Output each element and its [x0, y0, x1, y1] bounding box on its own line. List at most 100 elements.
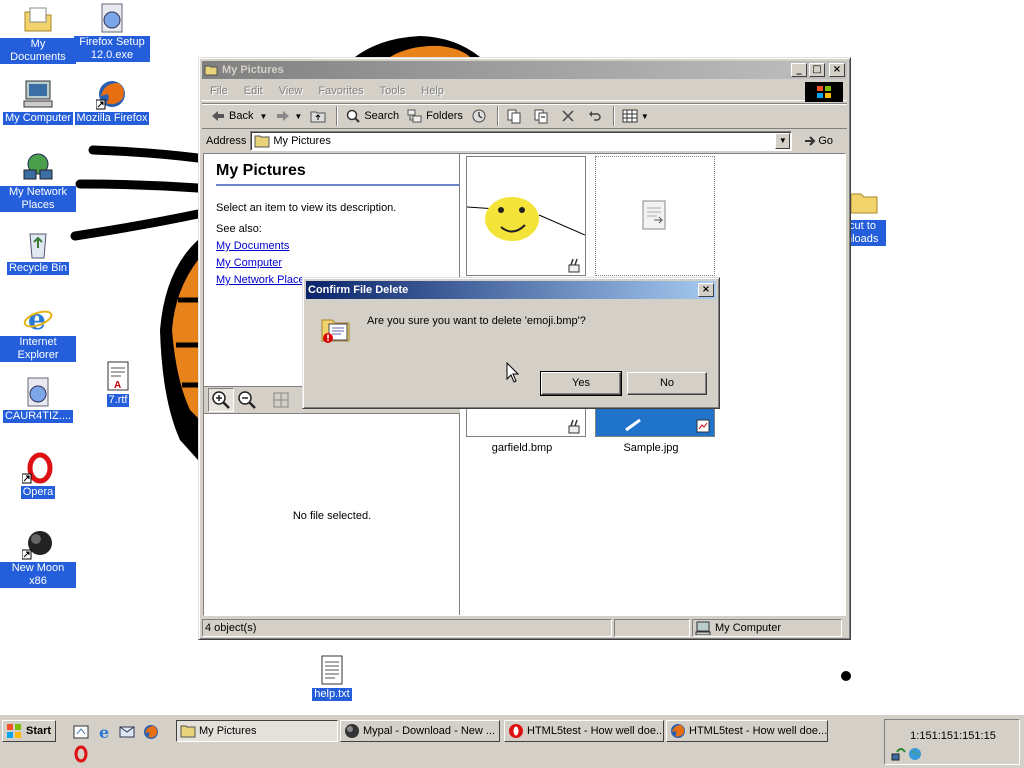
fit-to-window-button[interactable]: [268, 388, 294, 412]
maximize-button[interactable]: □: [809, 63, 825, 77]
window-titlebar[interactable]: My Pictures _ □ ×: [202, 61, 847, 79]
views-button[interactable]: ▼: [618, 105, 653, 127]
paint-brush-icon: [568, 258, 580, 273]
undo-button[interactable]: [583, 105, 610, 127]
taskbar-button-my-pictures[interactable]: My Pictures: [176, 720, 338, 742]
desktop-icon-opera[interactable]: Opera: [0, 452, 76, 499]
link-my-documents[interactable]: My Documents: [216, 240, 289, 252]
preview-message: No file selected.: [292, 510, 372, 522]
up-folder-button[interactable]: [306, 105, 333, 127]
generic-file-icon: [642, 200, 666, 230]
copy-to-button[interactable]: [529, 105, 556, 127]
start-button[interactable]: Start: [2, 720, 56, 742]
views-grid-icon: [622, 109, 638, 123]
menu-view[interactable]: View: [271, 85, 311, 97]
back-arrow-icon: [212, 111, 224, 121]
zoom-out-button[interactable]: [234, 388, 260, 412]
thumbnail-file[interactable]: [595, 156, 715, 276]
menu-file[interactable]: File: [202, 85, 236, 97]
network-tray-icon[interactable]: [891, 746, 907, 762]
confirm-delete-dialog[interactable]: Confirm File Delete × Are you sure you w…: [302, 277, 720, 409]
desktop-icon-my-computer[interactable]: My Computer: [0, 78, 76, 125]
pane-title: My Pictures: [216, 162, 460, 186]
opera-icon[interactable]: [72, 745, 90, 763]
desktop-icon-label: CAUR4TIZ....: [2, 410, 73, 423]
file-name-sample[interactable]: Sample.jpg: [591, 442, 711, 454]
address-label: Address: [206, 135, 247, 147]
status-zone: My Computer: [692, 619, 842, 637]
show-desktop-icon[interactable]: [72, 723, 90, 741]
search-button[interactable]: Search: [341, 105, 403, 127]
address-bar: Address My Pictures ▼ Go: [202, 130, 847, 152]
dialog-message: Are you sure you want to delete 'emoji.b…: [367, 315, 586, 327]
move-to-button[interactable]: [502, 105, 529, 127]
see-also-label: See also:: [216, 223, 262, 235]
chevron-down-icon: ▼: [259, 111, 268, 121]
folder-icon: [22, 4, 54, 36]
outlook-express-icon[interactable]: [118, 723, 136, 741]
taskbar: Start e My Pictures Mypal - Download - N…: [0, 714, 1024, 768]
desktop-icon-label: New Moon x86: [0, 562, 76, 588]
chevron-down-icon: ▼: [294, 111, 303, 121]
firefox-icon[interactable]: [142, 723, 160, 741]
delete-x-icon: [562, 110, 574, 122]
history-button[interactable]: [467, 105, 494, 127]
new-moon-icon: [21, 528, 54, 560]
yes-button[interactable]: Yes: [540, 371, 622, 396]
desktop-icon-7-rtf[interactable]: A 7.rtf: [80, 360, 156, 407]
desktop-icon-shortcut-downloads[interactable]: tcut to nloads: [844, 186, 904, 246]
menu-edit[interactable]: Edit: [236, 85, 271, 97]
delete-button[interactable]: [556, 105, 583, 127]
menu-help[interactable]: Help: [413, 85, 452, 97]
back-button[interactable]: Back ▼: [206, 105, 271, 127]
toolbar-separator: [336, 106, 339, 126]
desktop-icon-firefox-setup[interactable]: Firefox Setup 12.0.exe: [74, 2, 150, 62]
file-name-garfield[interactable]: garfield.bmp: [462, 442, 582, 454]
desktop-icon-label: help.txt: [312, 688, 352, 701]
taskbar-button-html5test-firefox[interactable]: HTML5test - How well doe...: [666, 720, 828, 742]
zoom-in-button[interactable]: [208, 388, 234, 412]
desktop-icon-caur4tiz[interactable]: CAUR4TIZ....: [0, 376, 76, 423]
desktop-icon-label: Firefox Setup 12.0.exe: [74, 36, 150, 62]
internet-explorer-icon[interactable]: e: [96, 723, 114, 741]
minimize-button[interactable]: _: [791, 63, 807, 77]
address-dropdown-button[interactable]: ▼: [775, 133, 791, 149]
pane-description: Select an item to view its description.: [216, 202, 397, 214]
zoom-out-icon: [238, 391, 256, 409]
taskbar-button-html5test-opera[interactable]: HTML5test - How well doe...: [504, 720, 664, 742]
fit-window-icon: [273, 392, 289, 408]
thumbnail-emoji[interactable]: [466, 156, 586, 276]
globe-tray-icon[interactable]: [907, 746, 923, 762]
taskbar-button-label: HTML5test - How well doe...: [689, 725, 828, 737]
no-button[interactable]: No: [627, 372, 707, 395]
delete-file-warning-icon: [321, 319, 350, 343]
menu-tools[interactable]: Tools: [372, 85, 414, 97]
desktop-icon-label: Internet Explorer: [0, 336, 76, 362]
taskbar-button-label: Mypal - Download - New ...: [363, 725, 496, 737]
close-button[interactable]: ×: [829, 63, 845, 77]
folders-button[interactable]: Folders: [403, 105, 467, 127]
dialog-titlebar[interactable]: Confirm File Delete ×: [306, 281, 716, 299]
address-input[interactable]: My Pictures ▼: [250, 131, 793, 151]
desktop-icon-label: Opera: [20, 486, 56, 499]
dialog-title: Confirm File Delete: [308, 284, 409, 296]
desktop-icon-my-documents[interactable]: My Documents: [0, 4, 76, 64]
desktop-icon-my-network-places[interactable]: My Network Places: [0, 152, 76, 212]
go-button[interactable]: Go: [802, 133, 833, 149]
desktop-icon-help-txt[interactable]: help.txt: [294, 654, 370, 701]
folder-icon: [180, 725, 196, 738]
link-my-network-places[interactable]: My Network Places: [216, 274, 310, 286]
forward-button[interactable]: ▼: [271, 105, 306, 127]
link-my-computer[interactable]: My Computer: [216, 257, 282, 269]
system-tray: 1:151:151:151:15: [884, 719, 1020, 765]
desktop-icon-recycle-bin[interactable]: Recycle Bin: [0, 228, 76, 275]
clock[interactable]: 1:151:151:151:15: [885, 730, 1021, 742]
text-document-icon: [316, 654, 348, 686]
dialog-close-button[interactable]: ×: [698, 283, 714, 297]
desktop-icon-new-moon[interactable]: New Moon x86: [0, 528, 76, 588]
menu-favorites[interactable]: Favorites: [310, 85, 371, 97]
taskbar-button-mypal[interactable]: Mypal - Download - New ...: [340, 720, 500, 742]
desktop-icon-mozilla-firefox[interactable]: Mozilla Firefox: [74, 78, 150, 125]
desktop-icon-internet-explorer[interactable]: e Internet Explorer: [0, 302, 76, 362]
installer-icon: [96, 2, 128, 34]
